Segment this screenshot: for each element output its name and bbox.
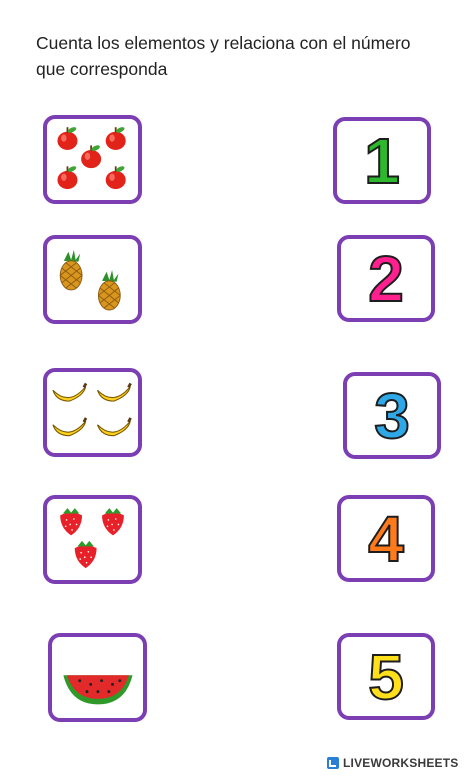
fruit-box-strawberries[interactable] [43, 495, 142, 584]
fruit-box-bananas[interactable] [43, 368, 142, 457]
number-2: 2 [367, 242, 405, 315]
liveworksheets-icon [327, 757, 339, 769]
apple-icon [57, 125, 126, 190]
strawberry-icon [60, 508, 124, 569]
watermelon-icon [63, 675, 133, 705]
footer-brand: LIVEWORKSHEETS [343, 756, 459, 770]
number-3: 3 [373, 379, 411, 452]
number-1: 1 [363, 124, 401, 197]
fruit-box-pineapples[interactable] [43, 235, 142, 324]
number-box-4[interactable]: 4 [337, 495, 435, 582]
number-5: 5 [367, 640, 405, 713]
number-4: 4 [367, 502, 405, 575]
fruit-box-watermelon[interactable] [48, 633, 147, 722]
number-box-5[interactable]: 5 [337, 633, 435, 720]
number-box-1[interactable]: 1 [333, 117, 431, 204]
fruit-box-apples[interactable] [43, 115, 142, 204]
pineapple-icon [59, 249, 121, 311]
number-box-3[interactable]: 3 [343, 372, 441, 459]
liveworksheets-logo: LIVEWORKSHEETS [326, 756, 458, 770]
banana-icon [52, 382, 133, 437]
number-box-2[interactable]: 2 [337, 235, 435, 322]
instructions-text: Cuenta los elementos y relaciona con el … [36, 33, 411, 79]
